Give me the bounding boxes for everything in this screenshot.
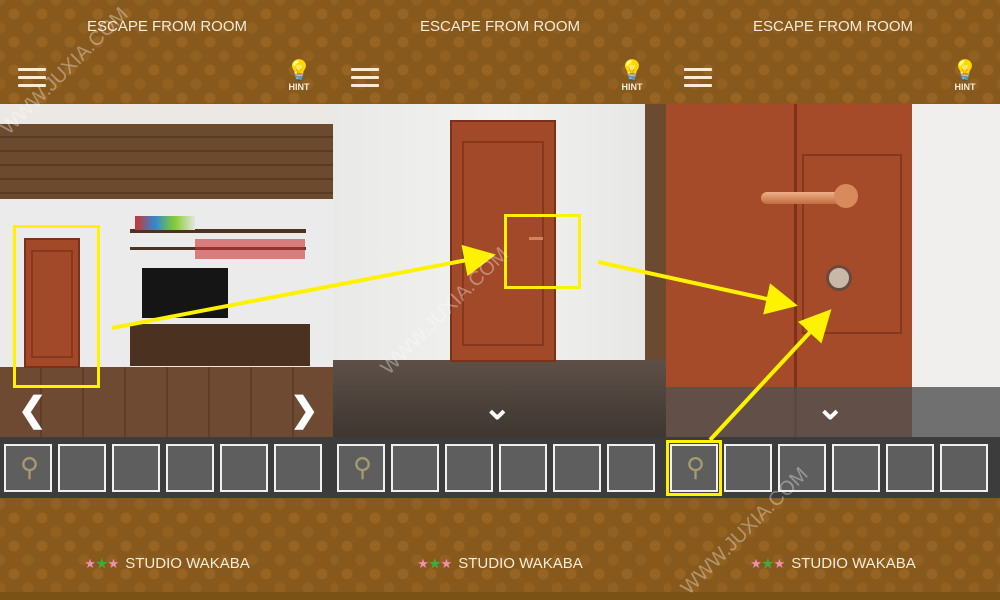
hint-label: HINT	[954, 82, 976, 92]
down-arrow-button[interactable]: ⌄	[816, 388, 845, 428]
inventory-slot[interactable]	[607, 444, 655, 492]
game-title: ESCAPE FROM ROOM	[752, 18, 913, 35]
right-arrow-button[interactable]: ❯	[290, 390, 319, 430]
inventory-slot[interactable]	[166, 444, 214, 492]
lightbulb-icon: 💡	[286, 60, 312, 82]
studio-logo-icon: ★★★	[84, 556, 120, 571]
highlight-handle	[504, 214, 581, 289]
studio-logo-icon: ★★★	[750, 556, 786, 571]
inventory-slot[interactable]	[274, 444, 322, 492]
scene-door[interactable]: ⌄	[333, 104, 667, 437]
hint-button[interactable]: 💡 HINT	[284, 60, 314, 92]
left-arrow-button[interactable]: ❮	[18, 390, 47, 430]
inventory-slot[interactable]: ⚲	[4, 444, 52, 492]
game-title: ESCAPE FROM ROOM	[419, 18, 580, 35]
key-icon: ⚲	[20, 452, 40, 482]
inventory-slot[interactable]	[391, 444, 439, 492]
inventory-slot[interactable]	[724, 444, 772, 492]
scene-room[interactable]: ❮ ❯	[0, 104, 334, 437]
key-icon: ⚲	[686, 452, 706, 482]
studio-name: STUDIO WAKABA	[458, 555, 583, 572]
inventory-slot[interactable]	[58, 444, 106, 492]
hint-label: HINT	[288, 82, 310, 92]
inventory-slot[interactable]	[445, 444, 493, 492]
keyhole[interactable]	[826, 265, 852, 291]
inventory-slot[interactable]	[220, 444, 268, 492]
inventory-slot-selected[interactable]: ⚲	[666, 440, 722, 496]
menu-icon[interactable]	[684, 68, 712, 88]
inventory-bar: ⚲	[0, 437, 334, 498]
lightbulb-icon: 💡	[952, 60, 978, 82]
inventory-bar: ⚲	[333, 437, 667, 498]
hint-button[interactable]: 💡 HINT	[617, 60, 647, 92]
studio-logo-icon: ★★★	[417, 556, 453, 571]
key-icon: ⚲	[353, 452, 373, 482]
highlight-door	[13, 225, 100, 388]
inventory-slot[interactable]	[778, 444, 826, 492]
inventory-slot[interactable]	[499, 444, 547, 492]
inventory-slot[interactable]: ⚲	[337, 444, 385, 492]
panel-room-view: ESCAPE FROM ROOM 💡 HINT ❮ ❯ ⚲ ★★★ STUDIO W…	[0, 0, 334, 592]
menu-icon[interactable]	[351, 68, 379, 88]
inventory-slot[interactable]	[112, 444, 160, 492]
studio-name: STUDIO WAKABA	[125, 555, 250, 572]
inventory-slot[interactable]	[553, 444, 601, 492]
tv[interactable]	[142, 268, 228, 318]
inventory-slot[interactable]	[832, 444, 880, 492]
hint-button[interactable]: 💡 HINT	[950, 60, 980, 92]
inventory-bar: ⚲	[666, 437, 1000, 498]
down-arrow-button[interactable]: ⌄	[483, 388, 512, 428]
panel-door-view: ESCAPE FROM ROOM 💡 HINT ⌄ ⚲ ★★★ STUDIO WAK…	[333, 0, 667, 592]
studio-credit: ★★★ STUDIO WAKABA	[333, 555, 667, 572]
studio-credit: ★★★ STUDIO WAKABA	[0, 555, 334, 572]
scene-lock[interactable]: ⌄	[666, 104, 1000, 437]
inventory-slot[interactable]	[886, 444, 934, 492]
inventory-slot[interactable]	[940, 444, 988, 492]
studio-credit: ★★★ STUDIO WAKABA	[666, 555, 1000, 572]
cabinet[interactable]	[130, 324, 310, 366]
studio-name: STUDIO WAKABA	[791, 555, 916, 572]
game-title: ESCAPE FROM ROOM	[86, 18, 247, 35]
hint-label: HINT	[621, 82, 643, 92]
panel-lock-view: ESCAPE FROM ROOM 💡 HINT ⌄ ⚲ ★★★ STUDIO WAK…	[666, 0, 1000, 592]
lightbulb-icon: 💡	[619, 60, 645, 82]
menu-icon[interactable]	[18, 68, 46, 88]
